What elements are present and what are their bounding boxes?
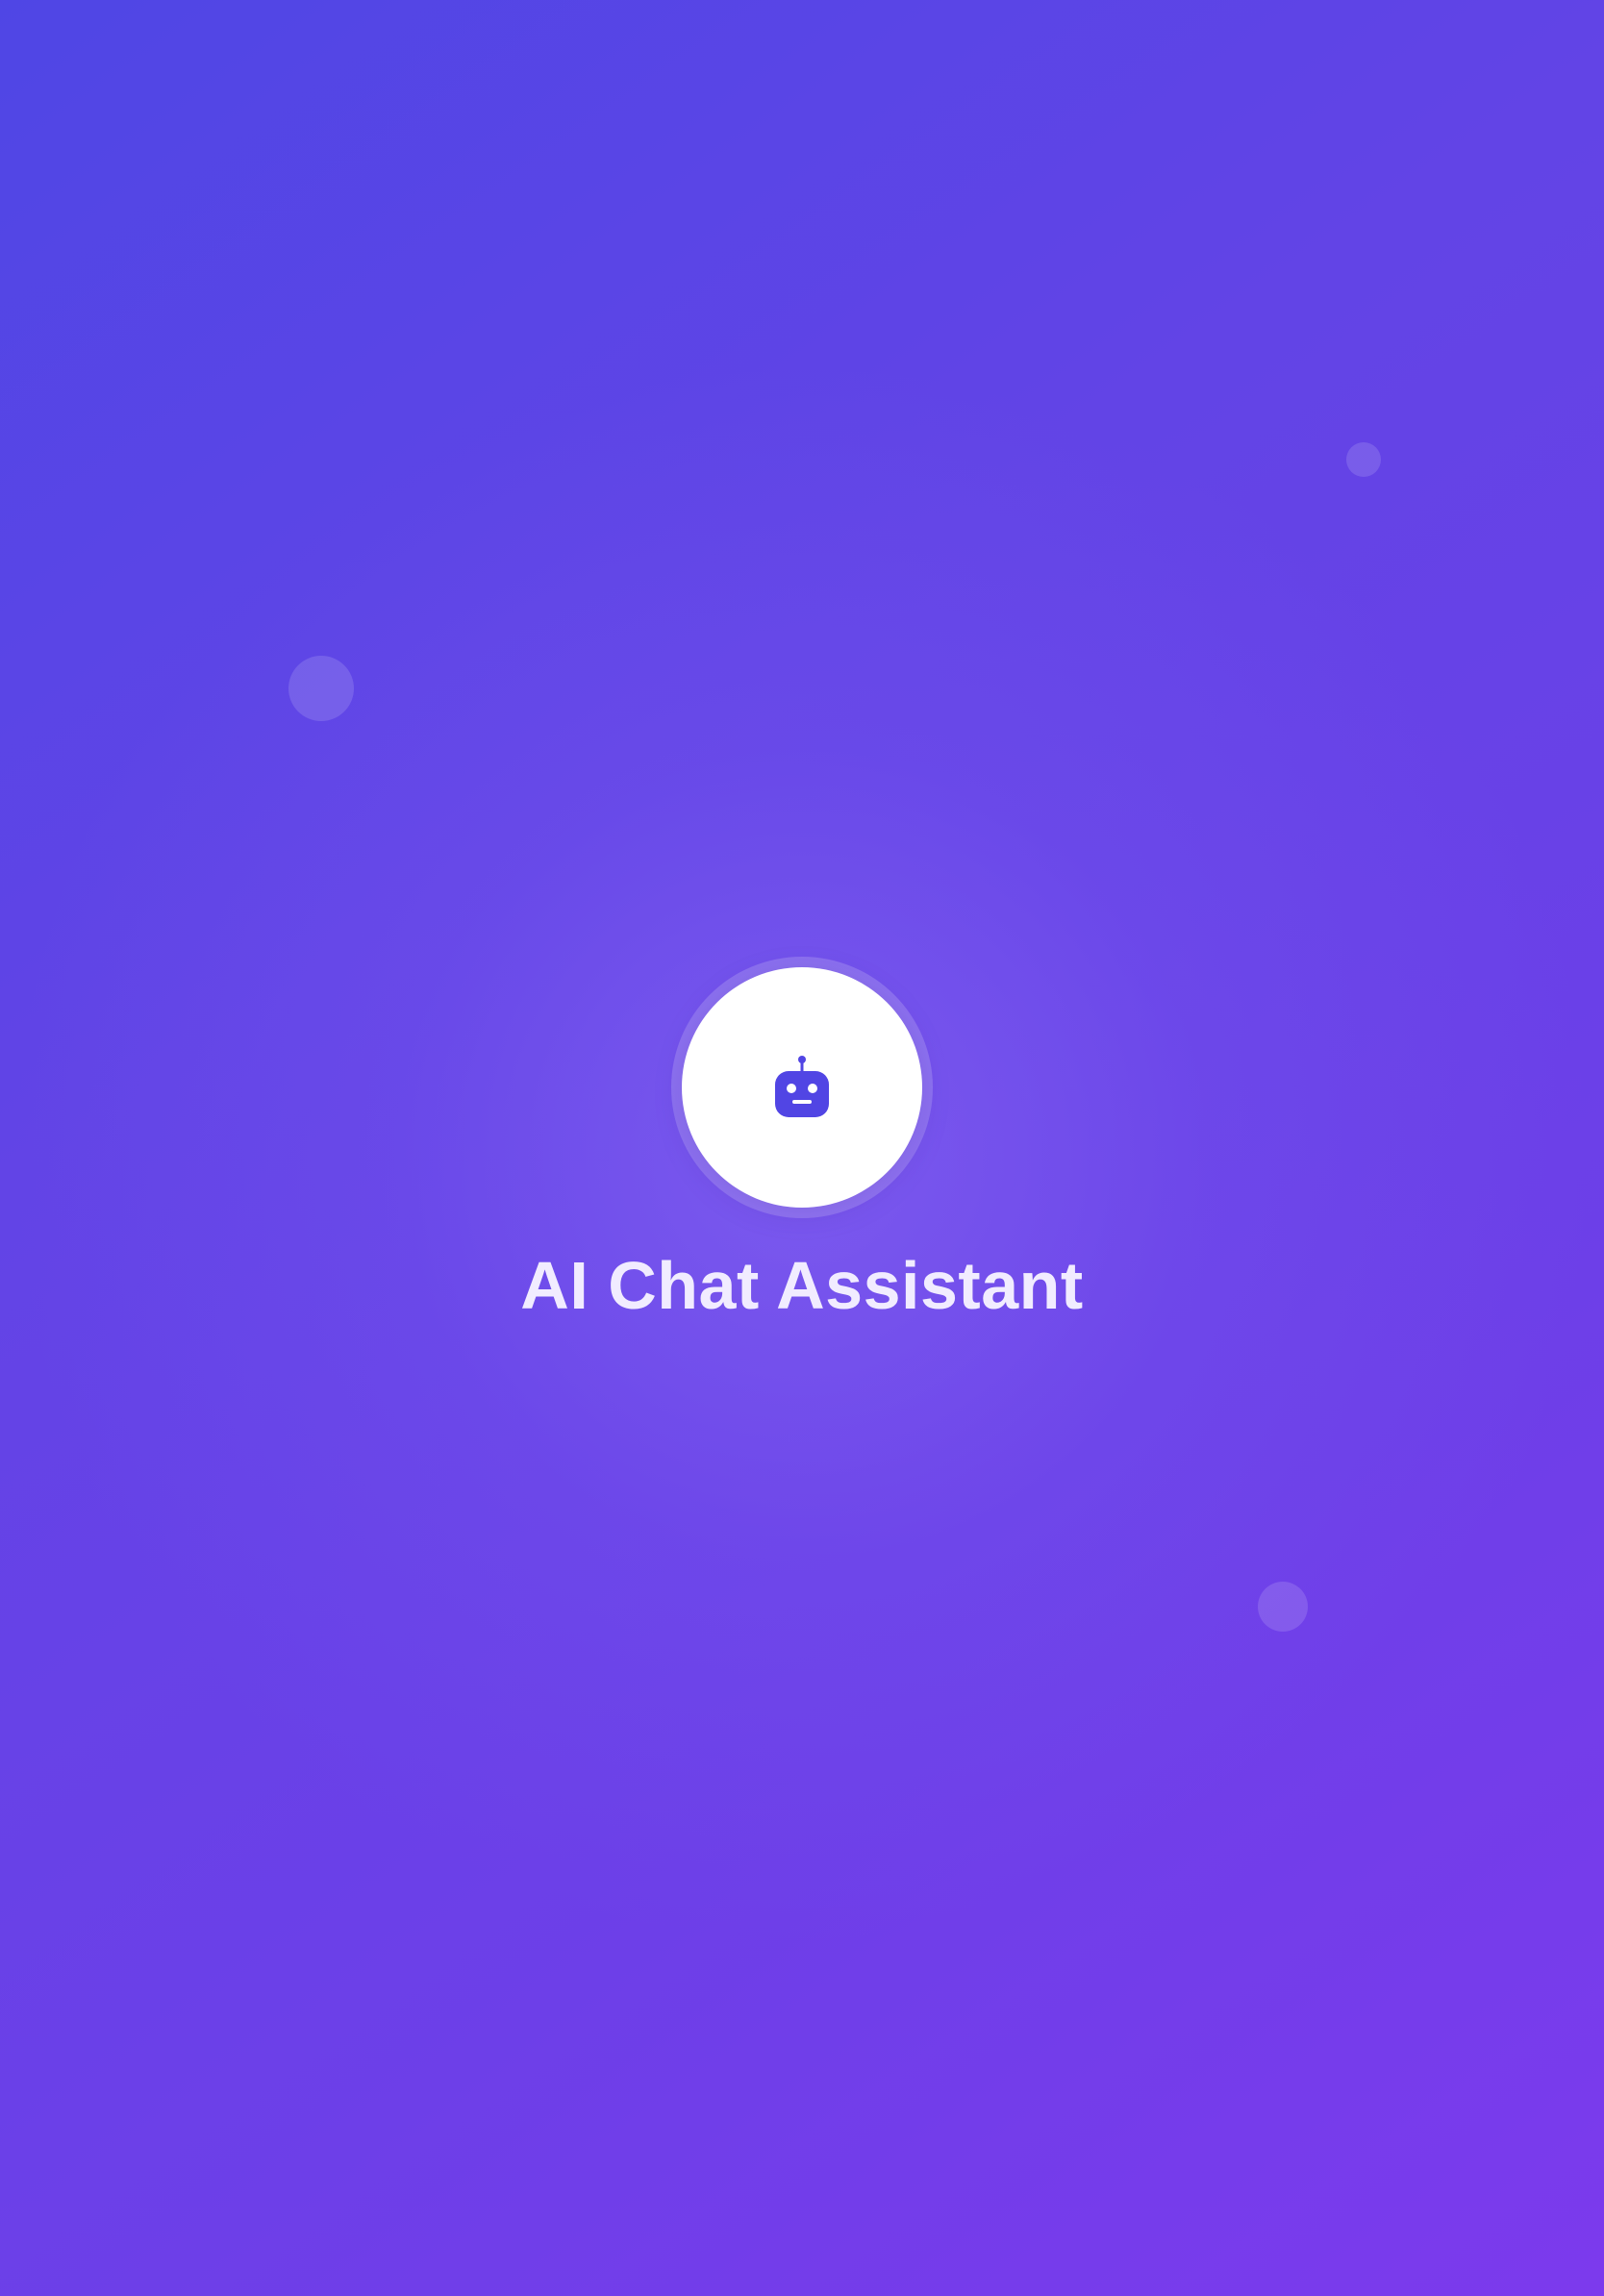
- decorative-bubble: [1346, 442, 1381, 477]
- robot-icon: [775, 1056, 829, 1117]
- app-logo-ring: [671, 957, 933, 1218]
- decorative-bubble: [288, 656, 354, 721]
- app-title: AI Chat Assistant: [520, 1248, 1084, 1323]
- decorative-bubble: [1258, 1582, 1308, 1632]
- app-logo: [682, 967, 922, 1208]
